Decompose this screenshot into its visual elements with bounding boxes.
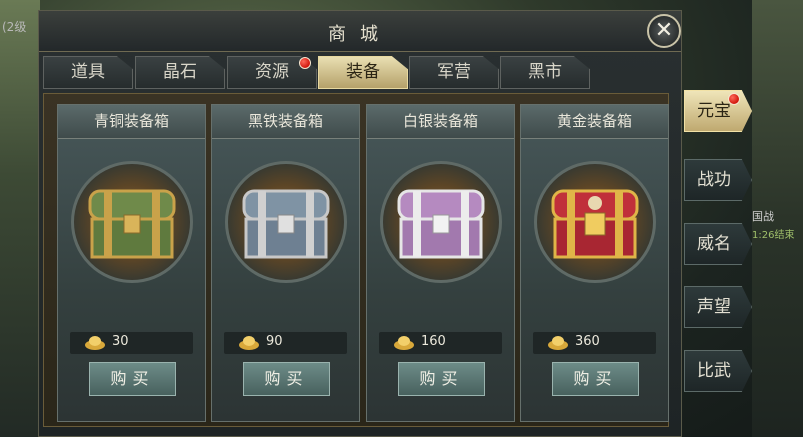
buy-button[interactable]: 购买 <box>398 362 485 396</box>
close-icon[interactable]: ✕ <box>647 14 681 48</box>
background-map-left <box>0 0 40 437</box>
title-bar: 商城 <box>39 11 681 52</box>
notification-dot-icon <box>299 57 311 69</box>
side-tab-ingots[interactable]: 元宝 <box>684 90 752 132</box>
gold-ingot-icon <box>548 336 568 350</box>
silver-chest-icon <box>397 189 485 259</box>
item-name: 黑铁装备箱 <box>212 105 359 139</box>
gold-ingot-icon <box>85 336 105 350</box>
item-name: 青铜装备箱 <box>58 105 205 139</box>
item-card: 青铜装备箱 30 购买 <box>57 104 206 422</box>
item-card: 黄金装备箱 360 购买 <box>520 104 669 422</box>
side-tab-reputation[interactable]: 声望 <box>684 286 752 328</box>
item-name: 白银装备箱 <box>367 105 514 139</box>
tab-equipment[interactable]: 装备 <box>318 56 408 89</box>
item-price: 360 <box>575 334 600 349</box>
notification-dot-icon <box>728 93 740 105</box>
gold-ingot-icon <box>239 336 259 350</box>
iron-chest-icon <box>242 189 330 259</box>
tab-items[interactable]: 道具 <box>43 56 133 89</box>
item-price: 160 <box>421 334 446 349</box>
tab-crystals[interactable]: 晶石 <box>135 56 225 89</box>
background-level-text: (2级 <box>2 20 27 34</box>
gold-ingot-icon <box>394 336 414 350</box>
buy-button[interactable]: 购买 <box>243 362 330 396</box>
item-card: 黑铁装备箱 90 购买 <box>211 104 360 422</box>
side-tab-prestige[interactable]: 威名 <box>684 223 752 265</box>
side-tab-contest[interactable]: 比武 <box>684 350 752 392</box>
gold-chest-icon <box>551 189 639 259</box>
item-card: 白银装备箱 160 购买 <box>366 104 515 422</box>
buy-button[interactable]: 购买 <box>89 362 176 396</box>
category-tabs: 道具 晶石 资源 装备 军营 黑市 <box>43 56 603 90</box>
item-price: 30 <box>112 334 129 349</box>
item-list: 青铜装备箱 30 购买 黑铁装备箱 90 购买 白银装备箱 160 购买 黄金装… <box>43 93 669 427</box>
bronze-chest-icon <box>88 189 176 259</box>
item-price: 90 <box>266 334 283 349</box>
window-title: 商城 <box>328 24 392 45</box>
buy-button[interactable]: 购买 <box>552 362 639 396</box>
background-war-timer: 1:26结束 <box>752 230 795 241</box>
background-war-label: 国战 <box>752 210 774 223</box>
side-tab-merit[interactable]: 战功 <box>684 159 752 201</box>
item-name: 黄金装备箱 <box>521 105 668 139</box>
tab-barracks[interactable]: 军营 <box>409 56 499 89</box>
tab-black-market[interactable]: 黑市 <box>500 56 590 89</box>
